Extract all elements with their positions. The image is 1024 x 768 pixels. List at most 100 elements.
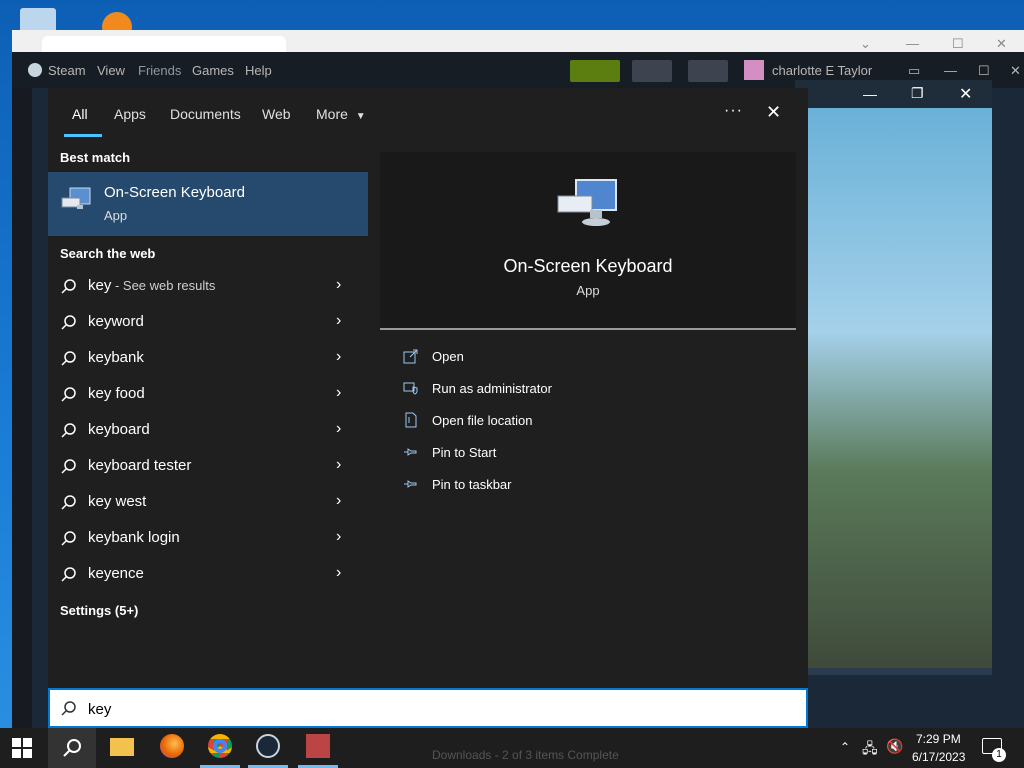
keyboard-monitor-icon [61, 187, 91, 209]
volume-muted-icon[interactable]: 🔇 [886, 738, 903, 768]
chevron-right-icon: › [336, 276, 342, 293]
network-icon[interactable]: 🖧 [862, 738, 878, 768]
search-web-heading: Search the web [60, 246, 156, 261]
windows-start-icon[interactable] [12, 738, 32, 758]
chevron-right-icon: › [336, 528, 342, 545]
steam-close-icon[interactable]: ✕ [1010, 63, 1021, 79]
run-as-admin-label: Run as administrator [432, 381, 552, 396]
chevron-up-icon[interactable]: ⌃ [840, 740, 850, 768]
game-popup-titlebar: — ❐ ✕ [795, 80, 992, 108]
web-suggestion-suffix: - See web results [111, 278, 216, 293]
friends-button[interactable] [570, 60, 620, 82]
suggestion-text: keyword [88, 313, 144, 330]
chevron-right-icon: › [336, 384, 342, 401]
open-action[interactable]: Open [402, 344, 782, 370]
game-artwork [795, 108, 992, 668]
caret-down-icon: ▼ [355, 111, 366, 122]
search-panel: All Apps Documents Web More ▼ ··· ✕ Best… [48, 88, 808, 688]
tab-all[interactable]: All [72, 106, 88, 122]
maximize-icon[interactable]: ☐ [952, 36, 964, 52]
file-explorer-icon[interactable] [110, 738, 134, 756]
results-pane: Best match On-Screen Keyboard App Search… [48, 140, 368, 688]
open-file-location-action[interactable]: Open file location [402, 408, 782, 434]
announcements-icon[interactable] [632, 60, 672, 82]
chevron-down-icon[interactable]: ⌄ [860, 36, 871, 52]
pin-to-start-action[interactable]: Pin to Start [402, 440, 782, 466]
search-input[interactable] [88, 699, 788, 719]
close-icon[interactable]: ✕ [996, 36, 1007, 52]
search-icon [61, 701, 76, 716]
list-item[interactable]: keyboard › [48, 412, 368, 448]
taskbar-search-button[interactable] [48, 728, 96, 768]
chrome-icon[interactable] [208, 734, 232, 758]
close-icon[interactable]: ✕ [766, 102, 781, 123]
steam-icon[interactable] [256, 734, 280, 758]
steam-minimize-icon[interactable]: — [944, 63, 957, 78]
search-icon [61, 279, 76, 294]
app-preview: On-Screen Keyboard App [380, 152, 796, 328]
menu-games[interactable]: Games [192, 63, 234, 78]
taskbar: Downloads - 2 of 3 items Complete ⌃ 🖧 🔇 … [0, 728, 1024, 768]
run-as-admin-action[interactable]: Run as administrator [402, 376, 782, 402]
list-item[interactable]: keyboard tester › [48, 448, 368, 484]
list-item[interactable]: key west › [48, 484, 368, 520]
clock-date[interactable]: 6/17/2023 [912, 750, 965, 768]
preview-divider [380, 328, 796, 330]
game-minimize-icon[interactable]: — [863, 86, 877, 102]
list-item[interactable]: keybank login › [48, 520, 368, 556]
user-name[interactable]: charlotte E Taylor [772, 63, 872, 78]
menu-friends[interactable]: Friends [138, 63, 181, 78]
preview-app-name: On-Screen Keyboard [503, 256, 673, 276]
minimize-icon[interactable]: — [906, 36, 919, 51]
chevron-right-icon: › [336, 348, 342, 365]
notifications-icon[interactable] [688, 60, 728, 82]
notification-count-badge: 1 [992, 748, 1006, 762]
firefox-icon[interactable] [160, 734, 184, 758]
pin-to-start-label: Pin to Start [432, 445, 497, 460]
menu-help[interactable]: Help [245, 63, 272, 78]
tab-web[interactable]: Web [262, 106, 291, 122]
settings-heading[interactable]: Settings (5+) [60, 603, 138, 618]
more-dots-icon[interactable]: ··· [724, 102, 743, 120]
menu-steam[interactable]: Steam [48, 63, 86, 78]
game-icon[interactable] [306, 734, 330, 758]
suggestion-text: keybank [88, 349, 144, 366]
open-icon [403, 349, 418, 364]
web-suggestion-text: key - See web results [88, 277, 215, 294]
search-box[interactable] [48, 688, 808, 728]
search-icon [61, 351, 76, 366]
shield-icon [403, 382, 418, 395]
suggestion-text: key food [88, 385, 145, 402]
file-location-icon [405, 412, 417, 428]
tab-more[interactable]: More ▼ [316, 106, 366, 122]
keyboard-monitor-icon [557, 179, 617, 226]
list-item[interactable]: key food › [48, 376, 368, 412]
web-suggestion-term: key [88, 277, 112, 294]
chevron-right-icon: › [336, 312, 342, 329]
menu-view[interactable]: View [97, 63, 125, 78]
steam-maximize-icon[interactable]: ☐ [978, 63, 990, 79]
preview-app-kind: App [576, 283, 600, 298]
game-close-icon[interactable]: ✕ [959, 84, 972, 104]
list-item[interactable]: keybank › [48, 340, 368, 376]
chevron-right-icon: › [336, 564, 342, 581]
steam-logo-icon [28, 63, 42, 77]
chevron-right-icon: › [336, 420, 342, 437]
avatar[interactable] [744, 60, 764, 80]
pin-to-taskbar-action[interactable]: Pin to taskbar [402, 472, 782, 498]
search-icon [61, 387, 76, 402]
active-tab-indicator [64, 134, 102, 137]
search-tabs: All Apps Documents Web More ▼ ··· ✕ [48, 88, 808, 140]
best-match-item[interactable]: On-Screen Keyboard App [48, 172, 368, 236]
big-picture-icon[interactable]: ▭ [908, 63, 920, 79]
list-item[interactable]: keyence › [48, 556, 368, 592]
pin-icon [404, 448, 417, 456]
search-icon [63, 739, 81, 757]
tab-documents[interactable]: Documents [170, 106, 241, 122]
tab-apps[interactable]: Apps [114, 106, 146, 122]
game-maximize-icon[interactable]: ❐ [911, 85, 924, 102]
list-item[interactable]: keyword › [48, 304, 368, 340]
web-suggestion-item[interactable]: key - See web results › [48, 268, 368, 304]
search-icon [61, 459, 76, 474]
suggestion-text: key west [88, 493, 147, 510]
